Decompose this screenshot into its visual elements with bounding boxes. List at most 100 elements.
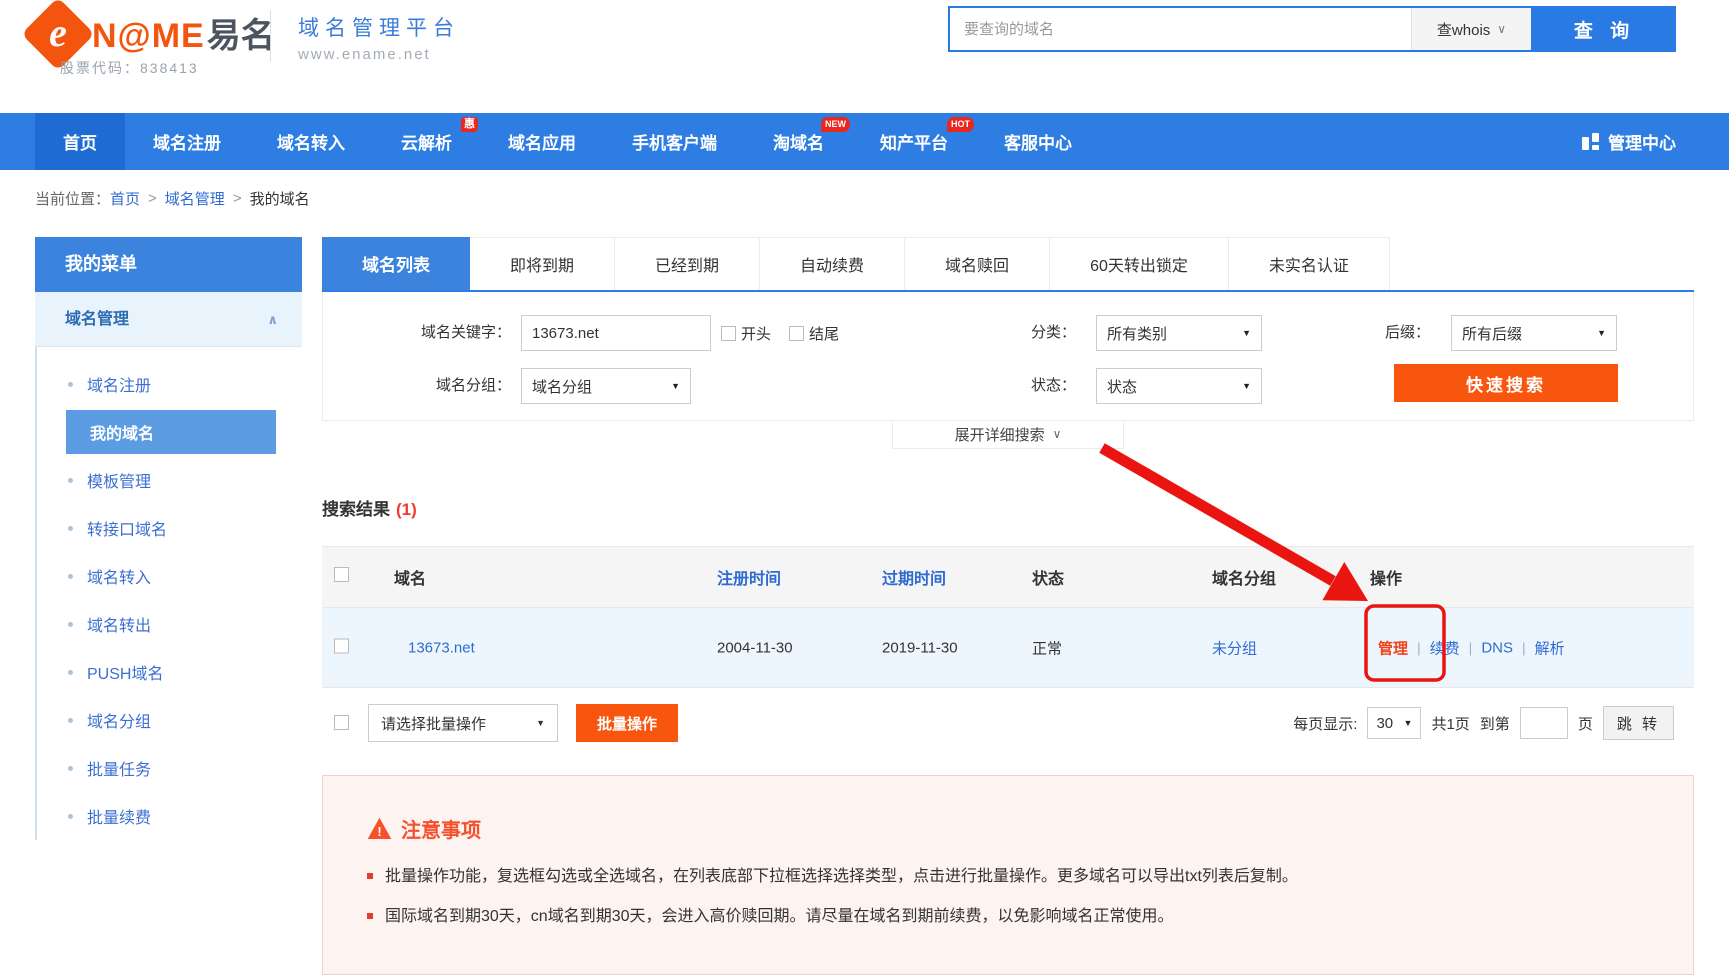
logo[interactable]: N@ME易名: [92, 8, 275, 57]
nav-item-domain-apps[interactable]: 域名应用: [480, 113, 604, 170]
col-domain: 域名: [394, 565, 426, 589]
breadcrumb-prefix: 当前位置：: [35, 188, 110, 209]
nav-item-mobile-client[interactable]: 手机客户端: [604, 113, 745, 170]
suffix-select[interactable]: 所有后缀▼: [1451, 315, 1617, 351]
sidebar-item-batch-renew[interactable]: 批量续费: [37, 792, 302, 840]
row-actions: 管理 续费 DNS 解析: [1378, 637, 1565, 658]
sidebar-item-domain-register[interactable]: 域名注册: [37, 360, 302, 408]
nav-item-manage-center[interactable]: 管理中心: [1582, 113, 1676, 170]
batch-select-all-checkbox[interactable]: [334, 715, 349, 730]
sidebar-item-api-domains[interactable]: 转接口域名: [37, 504, 302, 552]
action-separator: [1417, 639, 1421, 656]
batch-operation-select[interactable]: 请选择批量操作▼: [368, 704, 558, 742]
chevron-down-icon: ∨: [1497, 22, 1506, 36]
tab-domain-list[interactable]: 域名列表: [322, 237, 470, 290]
renew-link[interactable]: 续费: [1430, 637, 1460, 658]
batch-operation-button[interactable]: 批量操作: [576, 704, 678, 742]
sidebar-item-domain-groups[interactable]: 域名分组: [37, 696, 302, 744]
row-checkbox[interactable]: [334, 638, 349, 657]
logo-mark: e: [32, 8, 84, 60]
query-button[interactable]: 查 询: [1533, 6, 1676, 52]
category-label: 分类：: [876, 315, 1076, 351]
nav-item-transfer-in[interactable]: 域名转入: [249, 113, 373, 170]
header: e N@ME易名 股票代码：838413 域名管理平台 www.ename.ne…: [0, 0, 1729, 113]
keyword-input[interactable]: [521, 315, 711, 351]
resolve-link[interactable]: 解析: [1535, 637, 1565, 658]
nav-item-register[interactable]: 域名注册: [125, 113, 249, 170]
checkbox-icon: [789, 326, 804, 341]
caret-down-icon: ▼: [1597, 328, 1606, 338]
goto-page-input[interactable]: [1520, 707, 1568, 739]
notice-item: 国际域名到期30天，cn域名到期30天，会进入高价赎回期。请尽量在域名到期前续费…: [367, 905, 1663, 928]
col-actions: 操作: [1370, 565, 1402, 589]
tab-not-verified[interactable]: 未实名认证: [1229, 237, 1390, 290]
checkbox-icon: [721, 326, 736, 341]
header-divider: [270, 10, 271, 62]
domain-search-input[interactable]: [950, 8, 1411, 50]
brand-name: N@ME: [92, 17, 205, 55]
nav-item-cloud-dns[interactable]: 云解析惠: [373, 113, 480, 170]
dns-link[interactable]: DNS: [1481, 639, 1513, 656]
whois-label: 查whois: [1437, 19, 1490, 40]
tab-redemption[interactable]: 域名赎回: [905, 237, 1050, 290]
batch-bar: 请选择批量操作▼ 批量操作 每页显示: 30▼ 共1页 到第 页 跳 转: [322, 704, 1694, 742]
notice-item: 批量操作功能，复选框勾选或全选域名，在列表底部下拉框选择选择类型，点击进行批量操…: [367, 865, 1663, 888]
main-panel: 域名列表 即将到期 已经到期 自动续费 域名赎回 60天转出锁定 未实名认证 域…: [322, 237, 1694, 975]
tab-60day-lock[interactable]: 60天转出锁定: [1050, 237, 1229, 290]
notice-title: ! 注意事项: [367, 814, 1663, 843]
results-title: 搜索结果(1): [322, 495, 1694, 520]
col-registered-sort[interactable]: 注册时间: [717, 565, 781, 589]
nav-item-home[interactable]: 首页: [35, 113, 125, 170]
expand-detailed-search[interactable]: 展开详细搜索 ∨: [892, 420, 1124, 449]
row-domain-link[interactable]: 13673.net: [408, 639, 475, 656]
checkbox-icon: [334, 567, 349, 582]
nav-item-tao-domain[interactable]: 淘域名NEW: [745, 113, 852, 170]
bullet-icon: [68, 574, 73, 579]
col-expires-sort[interactable]: 过期时间: [882, 565, 946, 589]
checkbox-icon: [334, 638, 349, 653]
bullet-icon: [68, 814, 73, 819]
dashboard-grid-icon: [1582, 133, 1599, 150]
tab-auto-renew[interactable]: 自动续费: [760, 237, 905, 290]
ends-with-checkbox[interactable]: 结尾: [789, 323, 839, 344]
jump-button[interactable]: 跳 转: [1603, 706, 1674, 740]
nav-item-support[interactable]: 客服中心: [976, 113, 1100, 170]
sidebar-item-transfer-out[interactable]: 域名转出: [37, 600, 302, 648]
select-all-checkbox[interactable]: [334, 567, 349, 587]
breadcrumb-domain-manage[interactable]: 域名管理: [165, 188, 225, 209]
sidebar-group-domain-manage[interactable]: 域名管理 ∧: [35, 292, 302, 347]
sidebar-item-push-domains[interactable]: PUSH域名: [37, 648, 302, 696]
breadcrumb-separator: >: [140, 190, 165, 207]
sidebar-title: 我的菜单: [35, 237, 302, 292]
breadcrumb-current: 我的域名: [250, 188, 310, 209]
group-select[interactable]: 域名分组▼: [521, 368, 691, 404]
sidebar-item-transfer-in[interactable]: 域名转入: [37, 552, 302, 600]
table-row: 13673.net 2004-11-30 2019-11-30 正常 未分组 管…: [322, 608, 1694, 688]
sidebar-item-template-manage[interactable]: 模板管理: [37, 456, 302, 504]
whois-dropdown[interactable]: 查whois ∨: [1411, 8, 1531, 50]
tab-expiring-soon[interactable]: 即将到期: [470, 237, 615, 290]
main-nav: 首页 域名注册 域名转入 云解析惠 域名应用 手机客户端 淘域名NEW 知产平台…: [0, 113, 1729, 170]
sidebar-item-batch-tasks[interactable]: 批量任务: [37, 744, 302, 792]
pagination: 每页显示: 30▼ 共1页 到第 页 跳 转: [1293, 706, 1674, 740]
notice-box: ! 注意事项 批量操作功能，复选框勾选或全选域名，在列表底部下拉框选择选择类型，…: [322, 775, 1694, 975]
starts-with-checkbox[interactable]: 开头: [721, 323, 771, 344]
quick-search-button[interactable]: 快速搜索: [1394, 364, 1618, 402]
page-label: 页: [1578, 713, 1593, 734]
status-select[interactable]: 状态▼: [1096, 368, 1262, 404]
chevron-up-icon: ∧: [267, 292, 278, 347]
action-separator: [1522, 639, 1526, 656]
row-group-link[interactable]: 未分组: [1212, 637, 1257, 658]
sidebar-item-my-domains[interactable]: 我的域名: [66, 410, 276, 454]
nav-item-ip-platform[interactable]: 知产平台HOT: [852, 113, 976, 170]
breadcrumb-separator: >: [225, 190, 250, 207]
bullet-icon: [68, 382, 73, 387]
manage-link[interactable]: 管理: [1378, 637, 1408, 658]
svg-text:!: !: [377, 824, 381, 839]
platform-site: www.ename.net: [298, 46, 431, 63]
breadcrumb-home[interactable]: 首页: [110, 188, 140, 209]
tab-expired[interactable]: 已经到期: [615, 237, 760, 290]
keyword-label: 域名关键字：: [323, 315, 511, 351]
per-page-select[interactable]: 30▼: [1367, 707, 1421, 739]
bullet-icon: [68, 766, 73, 771]
